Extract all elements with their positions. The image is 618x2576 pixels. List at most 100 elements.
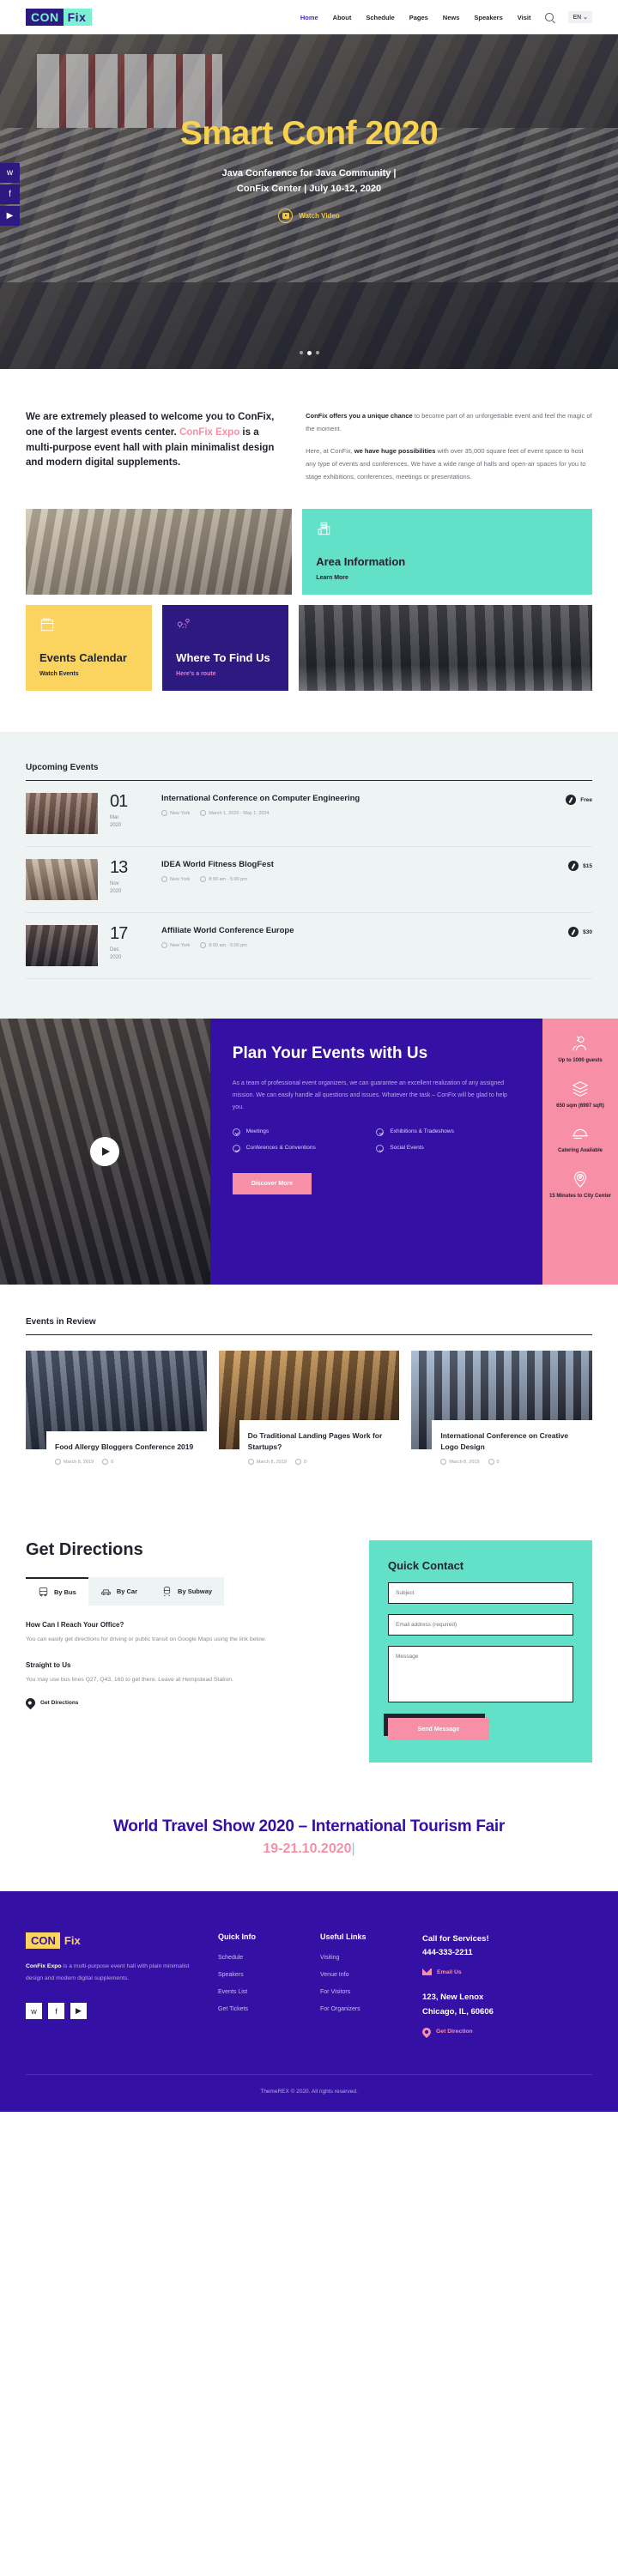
post-meta: March 8, 2019 0 <box>55 1459 197 1466</box>
table-row[interactable]: 17 Dec 2020 Affiliate World Conference Eu… <box>26 913 592 980</box>
clock-icon <box>200 876 207 883</box>
email-us-label: Email Us <box>437 1968 462 1975</box>
post-title[interactable]: Do Traditional Landing Pages Work for St… <box>248 1430 390 1453</box>
footer-link-get-tickets[interactable]: Get Tickets <box>218 2006 298 2012</box>
subject-field[interactable] <box>388 1582 573 1605</box>
footer-link-for-organizers[interactable]: For Organizers <box>320 2006 400 2012</box>
list-item: Exhibitions & Tradeshows <box>376 1128 520 1136</box>
twitter-icon[interactable]: w <box>26 2003 42 2020</box>
event-day: 01 <box>110 792 128 812</box>
footer-useful-links: Useful Links Visiting Venue Info For Vis… <box>320 1932 400 2036</box>
list-item[interactable]: Do Traditional Landing Pages Work for St… <box>218 1351 400 1476</box>
tab-by-car[interactable]: By Car <box>88 1577 150 1606</box>
nav-item-schedule[interactable]: Schedule <box>366 14 394 21</box>
youtube-icon[interactable]: ▶ <box>0 206 20 226</box>
list-item[interactable]: International Conference on Creative Log… <box>411 1351 593 1476</box>
footer-services-title: Call for Services! 444-333-2211 <box>422 1932 592 1960</box>
event-name[interactable]: IDEA World Fitness BlogFest <box>161 859 556 870</box>
nav-item-visit[interactable]: Visit <box>518 14 531 21</box>
card-calendar-sub[interactable]: Watch Events <box>39 671 142 677</box>
event-time: 8:00 am - 5:00 pm <box>200 876 247 883</box>
email-field[interactable] <box>388 1614 573 1636</box>
stat-distance: 15 Minutes to City Center <box>549 1170 611 1201</box>
card-photo-hall <box>299 605 592 692</box>
tab-by-bus[interactable]: By Bus <box>26 1577 88 1606</box>
event-name[interactable]: Affiliate World Conference Europe <box>161 925 556 936</box>
clock-icon <box>200 942 207 949</box>
stat-area: 650 sqm (6997 sqft) <box>549 1079 611 1111</box>
footer-phone[interactable]: 444-333-2211 <box>422 1948 473 1957</box>
nav-item-home[interactable]: Home <box>300 14 318 21</box>
card-area-information[interactable]: Area Information Learn More <box>302 509 592 596</box>
slider-dot-2[interactable] <box>306 351 312 355</box>
event-price: $15 <box>568 859 592 872</box>
logo[interactable]: CON Fix <box>26 9 93 26</box>
car-icon <box>101 1589 111 1595</box>
feature-label: Conferences & Conventions <box>245 1145 316 1152</box>
plan-events-section: Plan Your Events with Us As a team of pr… <box>0 1019 618 1285</box>
hero-subtitle-line1: Java Conference for Java Community | <box>221 167 397 178</box>
discover-more-button[interactable]: Discover More <box>232 1172 312 1194</box>
footer-services-line1: Call for Services! <box>422 1934 489 1944</box>
list-item[interactable]: Food Allergy Bloggers Conference 2019 Ma… <box>26 1351 207 1476</box>
play-video-button[interactable] <box>90 1137 120 1167</box>
feature-label: Meetings <box>245 1128 270 1134</box>
footer-link-events-list[interactable]: Events List <box>218 1989 298 1995</box>
event-name[interactable]: International Conference on Computer Eng… <box>161 793 554 804</box>
footer-link-visiting[interactable]: Visiting <box>320 1955 400 1961</box>
event-location: New York <box>161 876 190 883</box>
event-year: 2020 <box>110 823 122 829</box>
footer-link-speakers[interactable]: Speakers <box>218 1972 298 1978</box>
nav-item-news[interactable]: News <box>443 14 460 21</box>
message-field[interactable] <box>388 1646 573 1703</box>
get-directions-link[interactable]: Get Directions <box>23 1696 348 1710</box>
calendar-small-icon <box>247 1459 254 1466</box>
table-row[interactable]: 13 Nov 2020 IDEA World Fitness BlogFest N… <box>26 847 592 914</box>
card-events-calendar[interactable]: Events Calendar Watch Events <box>26 605 153 692</box>
footer-logo[interactable]: CON Fix <box>26 1932 86 1950</box>
facebook-icon[interactable]: f <box>0 184 20 204</box>
card-area-sub[interactable]: Learn More <box>316 575 582 581</box>
card-where-to-find-us[interactable]: Where To Find Us Here's a route <box>162 605 289 692</box>
hero-subtitle-line2: ConFix Center | July 10-12, 2020 <box>236 184 382 195</box>
slider-dot-3[interactable] <box>315 351 319 354</box>
event-month-year: Dec 2020 <box>110 946 149 962</box>
nav-item-speakers[interactable]: Speakers <box>474 14 502 21</box>
footer-link-schedule[interactable]: Schedule <box>218 1955 298 1961</box>
facebook-icon[interactable]: f <box>48 2003 64 2020</box>
search-icon[interactable] <box>545 13 554 21</box>
plan-text: As a team of professional event organize… <box>232 1079 507 1110</box>
send-message-button[interactable]: Send Message <box>388 1718 489 1741</box>
intro-body: ConFix offers you a unique chance to bec… <box>306 410 592 483</box>
post-date: March 8, 2019 <box>55 1459 94 1466</box>
nav-item-about[interactable]: About <box>333 14 352 21</box>
slider-dots <box>0 351 618 355</box>
twitter-icon[interactable]: w <box>0 163 20 183</box>
footer-link-for-visitors[interactable]: For Visitors <box>320 1989 400 1995</box>
get-direction-link[interactable]: Get Direction <box>420 2025 592 2038</box>
footer-quick-info-title: Quick Info <box>218 1932 257 1942</box>
card-area-title: Area Information <box>316 555 406 569</box>
language-selector[interactable]: EN ⌄ <box>568 11 592 23</box>
intro-paragraph-1: ConFix offers you a unique chance to bec… <box>306 410 592 435</box>
nav-item-pages[interactable]: Pages <box>409 14 428 21</box>
event-day: 13 <box>110 858 128 878</box>
tab-by-subway[interactable]: By Subway <box>149 1577 225 1606</box>
slider-dot-1[interactable] <box>299 351 303 354</box>
email-us-link[interactable]: Email Us <box>422 1968 592 1976</box>
post-meta: March 8, 2019 0 <box>247 1459 390 1466</box>
footer-link-venue-info[interactable]: Venue Info <box>320 1972 400 1978</box>
list-item: Social Events <box>376 1144 520 1153</box>
card-find-sub[interactable]: Here's a route <box>176 671 278 677</box>
event-price-value: $15 <box>583 862 592 869</box>
post-title[interactable]: Food Allergy Bloggers Conference 2019 <box>55 1442 197 1453</box>
transport-tabs: By Bus By Car By Subway <box>26 1577 348 1606</box>
feature-label: Exhibitions & Tradeshows <box>390 1128 454 1134</box>
event-price-value: Free <box>580 796 592 803</box>
post-title[interactable]: International Conference on Creative Log… <box>440 1430 582 1453</box>
watch-video-button[interactable]: Watch Video <box>278 209 340 224</box>
get-direction-label: Get Direction <box>436 2029 473 2035</box>
table-row[interactable]: 01 Mar 2020 International Conference on C… <box>26 781 592 848</box>
youtube-icon[interactable]: ▶ <box>70 2003 87 2020</box>
event-month: Mar <box>110 815 119 821</box>
